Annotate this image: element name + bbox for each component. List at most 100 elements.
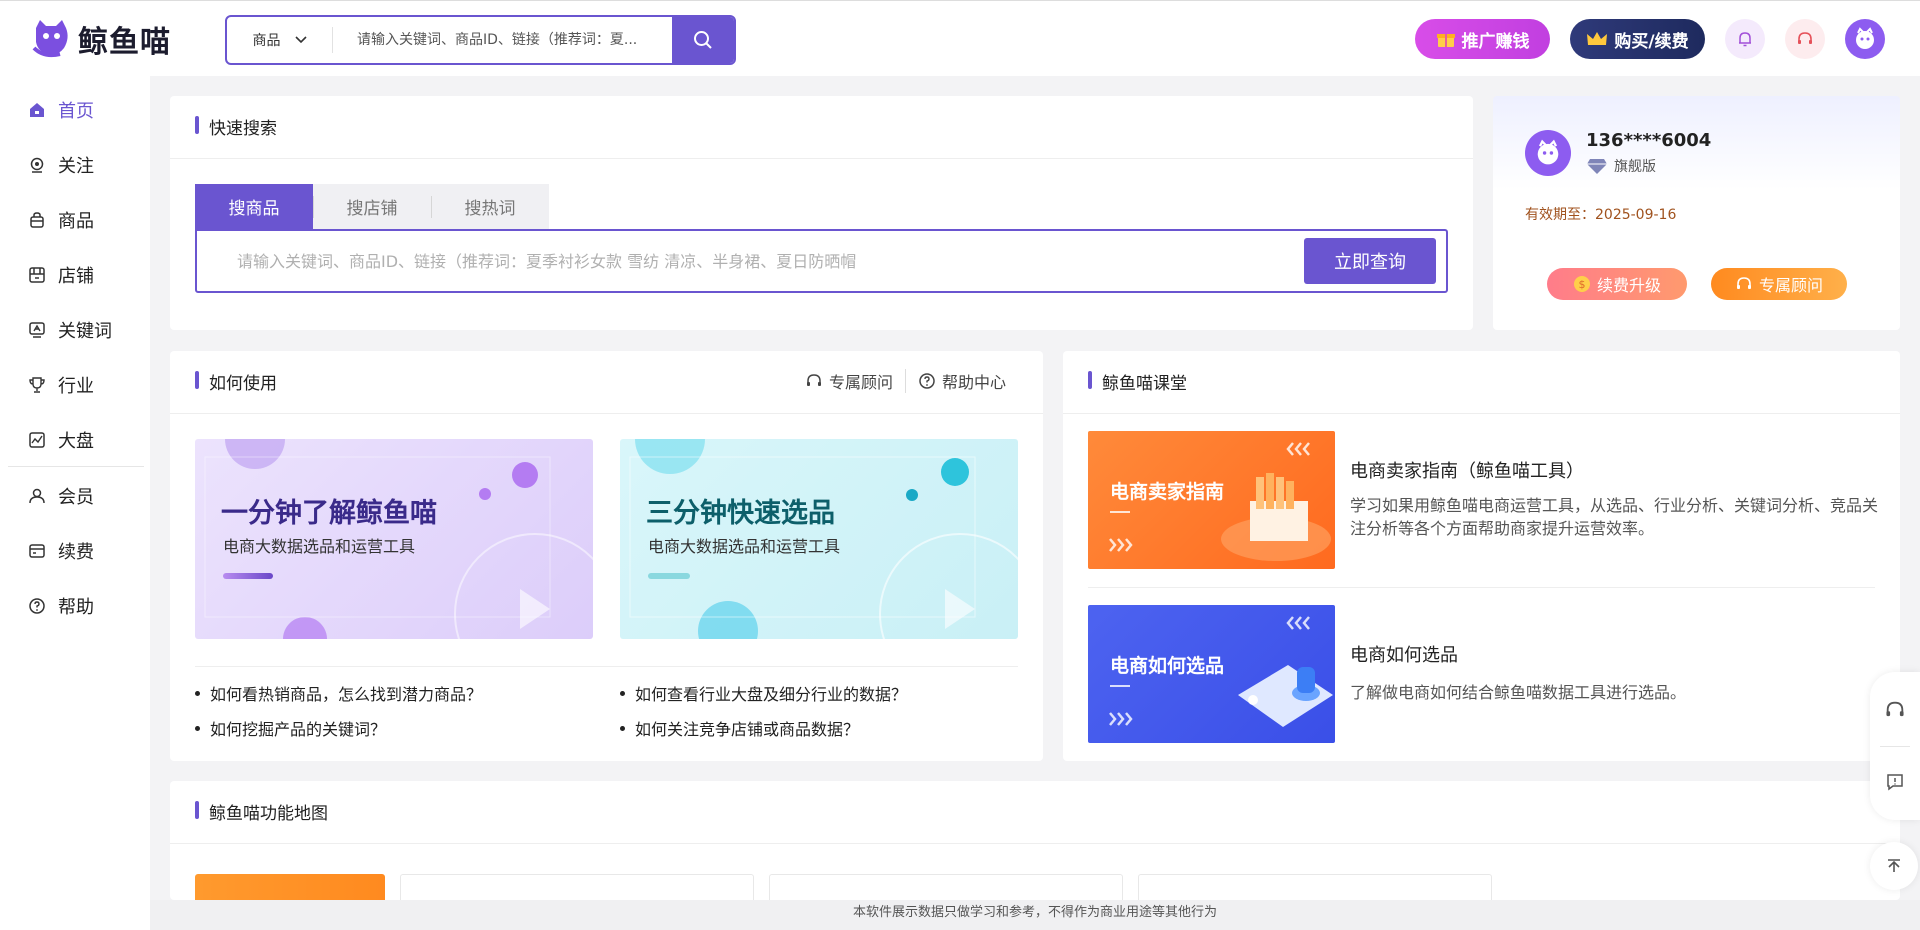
logo-cat-icon xyxy=(32,20,68,58)
top-header: 鲸鱼喵 商品 推广赚钱 购买/续费 xyxy=(0,0,1920,76)
bell-icon xyxy=(1739,32,1751,47)
course-divider xyxy=(1088,587,1875,588)
header-search-input[interactable] xyxy=(333,17,672,63)
buy-label: 购买/续费 xyxy=(1614,31,1689,52)
intro-video-banner[interactable]: 一分钟了解鲸鱼喵 电商大数据选品和运营工具 xyxy=(195,439,593,639)
sidebar-divider xyxy=(8,466,144,467)
faq-link[interactable]: 如何挖掘产品的关键词？ xyxy=(195,716,386,740)
quick-search-input[interactable] xyxy=(197,251,1304,271)
tab-search-products[interactable]: 搜商品 xyxy=(195,184,313,229)
sidebar-item-label: 关键词 xyxy=(58,321,112,342)
banner-accent-bar xyxy=(648,573,690,579)
courses-card: 鲸鱼喵课堂 电商卖家指南 电商卖家指南（鲸鱼喵工具） 学习如果用鲸鱼喵电商运营工… xyxy=(1063,351,1900,761)
help-center-link[interactable]: 帮助中心 xyxy=(904,369,1018,393)
sidebar: 首页 关注 商品 店铺 关键词 行业 大盘 会员 续费 帮助 xyxy=(0,76,150,930)
banner-accent-bar xyxy=(223,573,273,579)
support-button[interactable] xyxy=(1785,19,1825,59)
user-avatar[interactable] xyxy=(1845,19,1885,59)
quick-search-card: 快速搜索 搜商品 搜店铺 搜热词 立即查询 xyxy=(170,96,1473,330)
float-support-button[interactable] xyxy=(1870,690,1920,730)
buy-renew-button[interactable]: 购买/续费 xyxy=(1570,19,1705,59)
search-type-select[interactable]: 商品 xyxy=(227,27,333,53)
sidebar-item-label: 会员 xyxy=(58,487,94,508)
course-description: 了解做电商如何结合鲸鱼喵数据工具进行选品。 xyxy=(1350,683,1687,702)
search-icon xyxy=(694,31,712,49)
courses-title: 鲸鱼喵课堂 xyxy=(1088,369,1187,394)
function-map-tile[interactable] xyxy=(1138,874,1492,900)
function-map-tile[interactable] xyxy=(400,874,754,900)
sidebar-item-renew[interactable]: 续费 xyxy=(0,531,150,571)
quick-search-box: 立即查询 xyxy=(195,229,1448,293)
course-title[interactable]: 电商如何选品 xyxy=(1350,641,1458,667)
float-divider xyxy=(1880,746,1910,747)
card-icon xyxy=(29,544,45,558)
gift-icon xyxy=(1436,34,1455,47)
coin-icon: $ xyxy=(1573,276,1590,292)
headset-icon xyxy=(1798,32,1812,44)
card-divider xyxy=(170,158,1473,159)
banner-subtitle: 电商大数据选品和运营工具 xyxy=(223,537,416,556)
promo-earn-button[interactable]: 推广赚钱 xyxy=(1415,19,1550,59)
sidebar-item-follow[interactable]: 关注 xyxy=(0,145,150,185)
user-info-card: 136****6004 旗舰版 有效期至：2025-09-16 $ 续费升级 专… xyxy=(1493,96,1900,330)
how-to-use-links: 专属顾问 帮助中心 xyxy=(793,369,1018,393)
sidebar-item-dashboard[interactable]: 大盘 xyxy=(0,420,150,460)
function-map-tile[interactable] xyxy=(195,874,385,900)
search-type-label: 商品 xyxy=(252,33,281,49)
headset-icon xyxy=(806,374,821,386)
function-map-tile[interactable] xyxy=(769,874,1123,900)
back-to-top-button[interactable] xyxy=(1870,842,1918,890)
membership-level: 旗舰版 xyxy=(1586,156,1656,176)
course-thumbnail[interactable]: 电商卖家指南 xyxy=(1088,431,1335,569)
promo-label: 推广赚钱 xyxy=(1461,31,1530,52)
advisor-link[interactable]: 专属顾问 xyxy=(793,369,905,393)
advisor-link-label: 专属顾问 xyxy=(828,373,893,392)
course-title[interactable]: 电商卖家指南（鲸鱼喵工具） xyxy=(1350,457,1584,483)
dashboard-icon xyxy=(29,432,45,448)
cat-avatar-icon xyxy=(1856,27,1874,49)
member-icon xyxy=(29,488,45,504)
banner-title: 三分钟快速选品 xyxy=(646,498,835,529)
headset-icon xyxy=(1736,277,1751,289)
header-search-button[interactable] xyxy=(672,17,734,63)
user-phone: 136****6004 xyxy=(1586,130,1712,151)
course-thumbnail-text: 电商如何选品 xyxy=(1110,655,1225,677)
chevron-down-icon xyxy=(294,36,307,44)
sidebar-item-label: 商品 xyxy=(58,211,94,232)
how-to-use-title: 如何使用 xyxy=(195,369,277,394)
tab-search-hotwords[interactable]: 搜热词 xyxy=(431,184,549,229)
sidebar-item-keywords[interactable]: 关键词 xyxy=(0,310,150,350)
sidebar-item-label: 行业 xyxy=(58,376,94,397)
exclusive-advisor-button[interactable]: 专属顾问 xyxy=(1711,268,1847,300)
sidebar-item-home[interactable]: 首页 xyxy=(0,90,150,130)
sidebar-item-label: 大盘 xyxy=(58,431,94,452)
feedback-icon xyxy=(1887,774,1903,791)
sidebar-item-member[interactable]: 会员 xyxy=(0,476,150,516)
sidebar-item-industry[interactable]: 行业 xyxy=(0,365,150,405)
tab-search-shops[interactable]: 搜店铺 xyxy=(313,184,431,229)
faq-link[interactable]: 如何看热销商品，怎么找到潜力商品？ xyxy=(195,681,482,705)
notification-button[interactable] xyxy=(1725,19,1765,59)
course-thumbnail[interactable]: 电商如何选品 xyxy=(1088,605,1335,743)
sidebar-item-label: 店铺 xyxy=(58,266,94,287)
sidebar-item-label: 续费 xyxy=(58,542,94,563)
sidebar-item-products[interactable]: 商品 xyxy=(0,200,150,240)
card-divider xyxy=(170,843,1900,844)
membership-expire: 有效期至：2025-09-16 xyxy=(1525,207,1677,223)
faq-link[interactable]: 如何查看行业大盘及细分行业的数据？ xyxy=(620,681,907,705)
renew-upgrade-button[interactable]: $ 续费升级 xyxy=(1547,268,1687,300)
faq-link[interactable]: 如何关注竞争店铺或商品数据？ xyxy=(620,716,859,740)
logo[interactable]: 鲸鱼喵 xyxy=(30,17,171,61)
sidebar-item-shops[interactable]: 店铺 xyxy=(0,255,150,295)
quick-search-submit-button[interactable]: 立即查询 xyxy=(1304,238,1436,284)
membership-level-label: 旗舰版 xyxy=(1614,159,1656,175)
float-feedback-button[interactable] xyxy=(1870,762,1920,802)
crown-icon xyxy=(1587,32,1608,45)
quick-select-video-banner[interactable]: 三分钟快速选品 电商大数据选品和运营工具 xyxy=(620,439,1018,639)
banner-title: 一分钟了解鲸鱼喵 xyxy=(221,498,437,529)
shop-icon xyxy=(29,267,45,283)
sidebar-item-help[interactable]: 帮助 xyxy=(0,586,150,626)
floating-toolbar xyxy=(1870,672,1920,820)
card-divider xyxy=(170,413,1043,414)
headset-icon xyxy=(1886,701,1904,717)
